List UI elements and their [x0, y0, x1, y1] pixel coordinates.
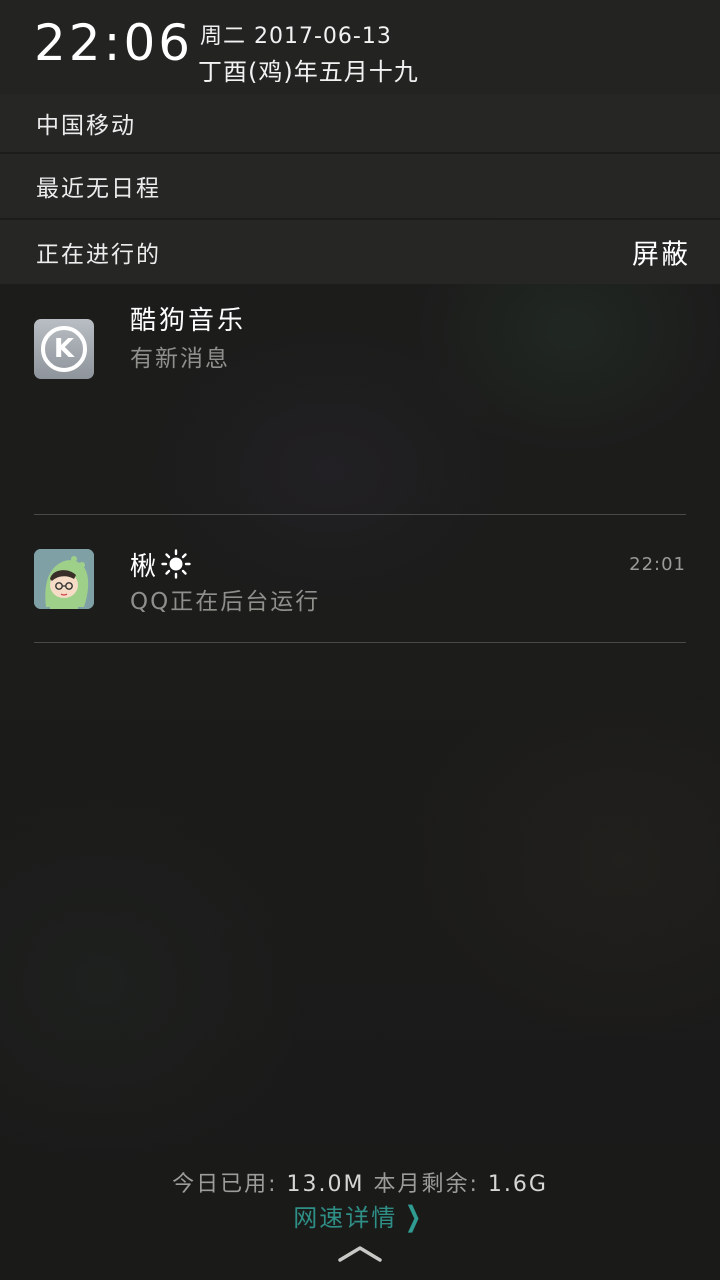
- chevron-right-icon: ❯: [405, 1200, 423, 1233]
- notification-subtitle: QQ正在后台运行: [130, 589, 321, 615]
- network-speed-label: 网速详情: [293, 1204, 398, 1232]
- lunar-date-text: 丁酉(鸡)年五月十九: [198, 58, 419, 86]
- avatar-illustration: [34, 549, 94, 609]
- schedule-label: 最近无日程: [36, 176, 161, 202]
- divider: [34, 514, 686, 515]
- chevron-up-icon[interactable]: [336, 1240, 384, 1268]
- notification-shade: 22:06 周二 2017-06-13 丁酉(鸡)年五月十九 中国移动 最近无日…: [0, 0, 720, 1280]
- carrier-row: 中国移动: [0, 94, 720, 152]
- data-usage-summary: 今日已用: 13.0M 本月剩余: 1.6G: [0, 1166, 720, 1198]
- schedule-row[interactable]: 最近无日程: [0, 154, 720, 218]
- status-header: 22:06 周二 2017-06-13 丁酉(鸡)年五月十九: [0, 0, 720, 94]
- sun-icon: [161, 549, 191, 586]
- month-remaining-value: 1.6G: [487, 1172, 548, 1197]
- today-usage-label: 今日已用:: [172, 1172, 278, 1197]
- notification-title: 楸: [130, 546, 191, 586]
- kugou-k-icon: K: [34, 319, 94, 379]
- block-button[interactable]: 屏蔽: [632, 233, 690, 272]
- date-text[interactable]: 周二 2017-06-13: [200, 18, 392, 50]
- notification-qq[interactable]: 楸 22:01 QQ正在后台运行: [0, 516, 720, 642]
- qq-avatar-icon: [34, 549, 94, 609]
- kugou-logo-mark: K: [41, 326, 87, 372]
- notification-title-text: 楸: [130, 552, 160, 582]
- network-speed-link[interactable]: 网速详情 ❯: [0, 1198, 720, 1233]
- notification-title: 酷狗音乐: [130, 306, 247, 336]
- ongoing-header: 正在进行的 屏蔽: [0, 220, 720, 284]
- clock[interactable]: 22:06: [34, 14, 193, 72]
- month-remaining-label: 本月剩余:: [373, 1172, 479, 1197]
- carrier-label: 中国移动: [36, 113, 136, 139]
- notification-subtitle: 有新消息: [130, 346, 230, 372]
- notification-kugou[interactable]: K 酷狗音乐 有新消息: [0, 286, 720, 514]
- divider: [34, 642, 686, 643]
- ongoing-label: 正在进行的: [36, 242, 161, 268]
- today-usage-value: 13.0M: [286, 1172, 365, 1197]
- notification-time: 22:01: [629, 554, 686, 575]
